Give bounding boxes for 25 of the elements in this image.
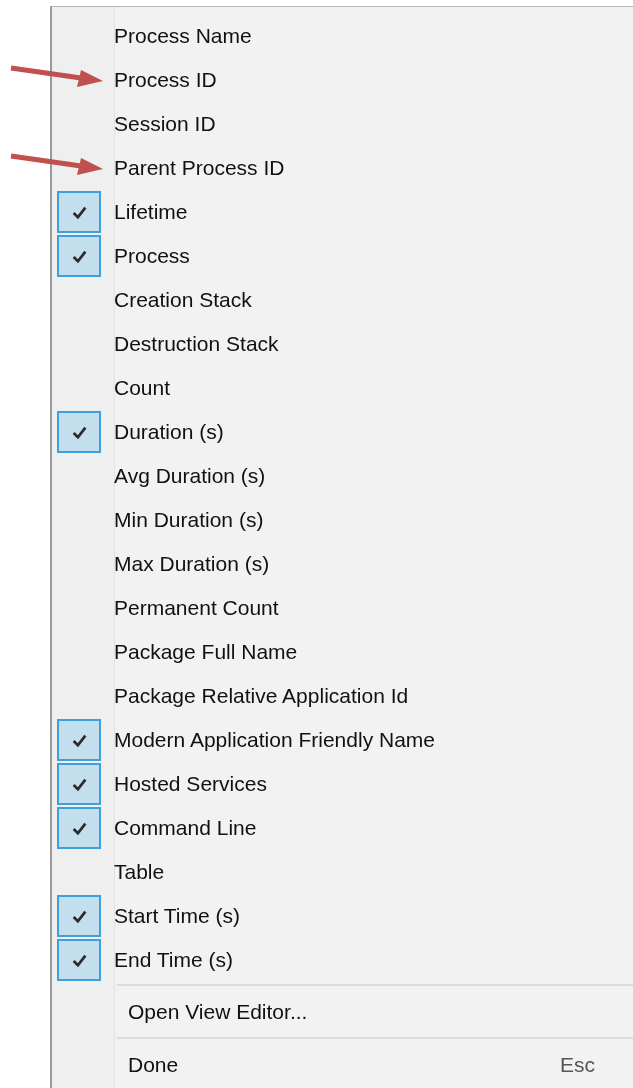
menu-item[interactable]: Process Name [52,14,633,58]
menu-item[interactable]: Hosted Services [52,762,633,806]
menu-item[interactable]: Process [52,234,633,278]
menu-item[interactable]: Table [52,850,633,894]
menu-item[interactable]: Modern Application Friendly Name [52,718,633,762]
menu-item[interactable]: Start Time (s) [52,894,633,938]
menu-item[interactable]: End Time (s) [52,938,633,982]
menu-item[interactable]: Min Duration (s) [52,498,633,542]
menu-item[interactable]: Lifetime [52,190,633,234]
menu-item[interactable]: Command Line [52,806,633,850]
menu-item[interactable]: Avg Duration (s) [52,454,633,498]
menu-item[interactable]: Package Full Name [52,630,633,674]
menu-item[interactable]: Done Esc [52,1041,633,1088]
menu-item[interactable]: Max Duration (s) [52,542,633,586]
menu-item[interactable]: Session ID [52,102,633,146]
menu-item[interactable]: Open View Editor... [52,988,633,1035]
menu-item[interactable]: Process ID [52,58,633,102]
menu-item[interactable]: Duration (s) [52,410,633,454]
shortcut-text: Esc [560,1052,595,1077]
menu-item[interactable]: Parent Process ID [52,146,633,190]
menu-item[interactable]: Count [52,366,633,410]
menu-item[interactable]: Package Relative Application Id [52,674,633,718]
menu-item[interactable]: Destruction Stack [52,322,633,366]
menu-item[interactable]: Permanent Count [52,586,633,630]
menu-item[interactable]: Creation Stack [52,278,633,322]
